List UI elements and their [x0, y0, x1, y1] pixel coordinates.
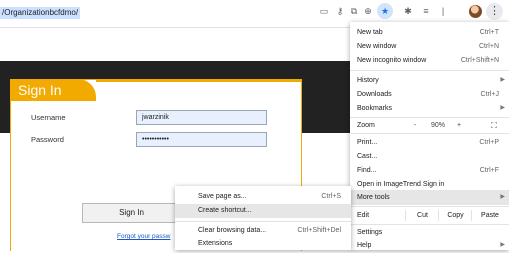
divider-icon: |	[441, 6, 445, 16]
submenu-item-clear-browsing-data[interactable]: Clear browsing data... Ctrl+Shift+Del	[175, 224, 351, 238]
menu-label: New incognito window	[357, 57, 427, 64]
menu-label: Clear browsing data...	[198, 227, 267, 234]
menu-item-more-tools[interactable]: More tools ▶	[350, 190, 509, 205]
password-field[interactable]: •••••••••••	[136, 132, 267, 147]
copy-button[interactable]: Copy	[438, 210, 472, 221]
signin-title: Sign In	[10, 79, 96, 101]
more-tools-submenu: Save page as... Ctrl+S Create shortcut...…	[175, 186, 351, 250]
avatar[interactable]	[469, 5, 482, 18]
menu-shortcut: Ctrl+Shift+N	[460, 57, 499, 64]
menu-item-cast[interactable]: Cast...	[350, 149, 509, 164]
username-field[interactable]: jwarzinik	[136, 110, 267, 125]
address-bar[interactable]: /Organizationbcfdmo/	[0, 3, 440, 24]
menu-label: Print...	[357, 139, 378, 146]
submenu-item-create-shortcut[interactable]: Create shortcut...	[175, 204, 351, 218]
menu-label: More tools	[357, 194, 390, 201]
submenu-item-extensions[interactable]: Extensions	[175, 237, 351, 251]
url-text[interactable]: /Organizationbcfdmo/	[0, 7, 81, 19]
menu-shortcut: Ctrl+F	[479, 167, 499, 174]
paste-button[interactable]: Paste	[471, 210, 508, 221]
zoom-out-button[interactable]: -	[408, 118, 422, 133]
chevron-right-icon: ▶	[500, 242, 505, 248]
menu-item-downloads[interactable]: Downloads Ctrl+J	[350, 87, 509, 102]
menu-label: Zoom	[357, 122, 375, 129]
menu-label: Cast...	[357, 153, 378, 160]
menu-separator	[350, 133, 509, 134]
menu-separator	[350, 70, 509, 71]
cut-button[interactable]: Cut	[405, 210, 439, 221]
menu-shortcut: Ctrl+S	[321, 193, 341, 200]
zoom-in-button[interactable]: +	[452, 118, 466, 133]
reading-list-icon[interactable]: ≡	[420, 5, 432, 17]
menu-item-bookmarks[interactable]: Bookmarks ▶	[350, 101, 509, 116]
menu-shortcut: Ctrl+J	[480, 91, 499, 98]
menu-label: Edit	[357, 212, 370, 219]
chevron-right-icon: ▶	[500, 194, 505, 200]
menu-item-find[interactable]: Find... Ctrl+F	[350, 163, 509, 178]
menu-label: Bookmarks	[357, 105, 393, 112]
menu-shortcut: Ctrl+N	[478, 43, 499, 50]
forgot-password-link[interactable]: Forgot your passw	[117, 233, 170, 240]
menu-label: Create shortcut...	[198, 207, 252, 214]
menu-item-zoom: Zoom - 90% + ⛶	[350, 118, 509, 133]
zoom-icon[interactable]: ⊕	[362, 5, 374, 17]
menu-item-history[interactable]: History ▶	[350, 73, 509, 88]
share-icon[interactable]: ⧉	[348, 5, 360, 17]
chevron-right-icon: ▶	[500, 77, 505, 83]
menu-shortcut: Ctrl+P	[479, 139, 499, 146]
menu-item-new-tab[interactable]: New tab Ctrl+T	[350, 25, 509, 40]
menu-separator	[175, 221, 351, 222]
menu-item-new-window[interactable]: New window Ctrl+N	[350, 39, 509, 54]
signin-button[interactable]: Sign In	[82, 203, 177, 223]
menu-label: Find...	[357, 167, 377, 174]
fullscreen-icon[interactable]: ⛶	[486, 118, 502, 133]
bookmark-star-icon[interactable]: ★	[379, 5, 391, 17]
menu-label: New tab	[357, 29, 383, 36]
menu-shortcut: Ctrl+Shift+Del	[297, 227, 341, 234]
menu-item-print[interactable]: Print... Ctrl+P	[350, 135, 509, 150]
menu-label: Help	[357, 242, 372, 249]
menu-separator	[350, 206, 509, 207]
chevron-right-icon: ▶	[500, 105, 505, 111]
menu-icon[interactable]: ⋮	[486, 3, 503, 20]
submenu-item-save-page[interactable]: Save page as... Ctrl+S	[175, 190, 351, 204]
menu-label: New window	[357, 43, 397, 50]
key-icon[interactable]: ⚷	[334, 5, 346, 17]
menu-label: Save page as...	[198, 193, 247, 200]
menu-item-help[interactable]: Help ▶	[350, 238, 509, 253]
screencast-icon[interactable]: ▭	[318, 5, 330, 17]
menu-item-edit: Edit Cut Copy Paste	[350, 208, 509, 223]
menu-label: History	[357, 77, 379, 84]
menu-label: Downloads	[357, 91, 392, 98]
signin-accent-line	[96, 79, 302, 82]
browser-menu: New tab Ctrl+T New window Ctrl+N New incog…	[350, 22, 509, 250]
extensions-icon[interactable]: ✱	[402, 5, 414, 17]
menu-label: Extensions	[198, 240, 233, 247]
username-label: Username	[31, 113, 66, 122]
zoom-level: 90%	[430, 122, 445, 129]
menu-shortcut: Ctrl+T	[479, 29, 499, 36]
password-label: Password	[31, 135, 64, 144]
menu-item-new-incognito[interactable]: New incognito window Ctrl+Shift+N	[350, 53, 509, 68]
